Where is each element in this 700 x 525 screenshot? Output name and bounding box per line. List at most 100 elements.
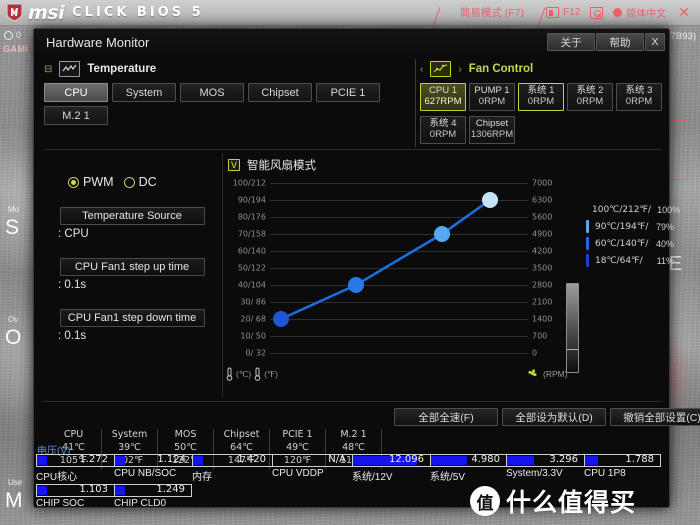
voltage-value: 1.103 bbox=[79, 484, 108, 495]
fan-tile-sys2[interactable]: 系统 2 0RPM bbox=[567, 83, 613, 111]
voltage-system-33v: 3.296 System/3.3V bbox=[506, 454, 584, 484]
about-button[interactable]: 关于 bbox=[547, 33, 595, 51]
thermometer-fahrenheit-icon bbox=[254, 367, 261, 381]
temp-celsius: 48℃ bbox=[342, 441, 365, 453]
legend-temp: 18℃/64℉/ bbox=[595, 255, 643, 266]
step-up-time-button[interactable]: CPU Fan1 step up time bbox=[59, 258, 205, 276]
msi-top-bar: msi CLICK BIOS 5 简易模式 (F7) F12 简体中文 ✕ bbox=[0, 0, 700, 26]
voltage-name: CPU核心 bbox=[36, 472, 78, 483]
legend-row: 18℃/64℉/ 11% bbox=[586, 252, 674, 269]
watermark-text: 什么值得买 bbox=[506, 489, 637, 517]
gaming-badge: GAMI bbox=[3, 44, 29, 54]
bg-side-big-2: M bbox=[5, 489, 23, 512]
rpm-tick: 4900 bbox=[532, 229, 553, 239]
hardware-monitor-dialog: Hardware Monitor 关于 帮助 X ⊟ Temperature C… bbox=[33, 28, 700, 509]
thermometer-celsius-icon bbox=[226, 367, 233, 381]
rpm-tick: 700 bbox=[532, 331, 548, 341]
fan-tile-sys4[interactable]: 系统 4 0RPM bbox=[420, 115, 466, 144]
close-icon[interactable]: ✕ bbox=[676, 4, 690, 21]
bottom-divider bbox=[42, 401, 663, 402]
curve-point-4[interactable] bbox=[482, 192, 498, 208]
voltage-name: CPU NB/SOC bbox=[114, 468, 177, 479]
voltage-cpu-core: 1.272 CPU核心 bbox=[36, 454, 114, 484]
rpm-tick: 7000 bbox=[532, 178, 553, 188]
tab-mos[interactable]: MOS bbox=[180, 83, 244, 102]
tab-cpu[interactable]: CPU bbox=[44, 83, 108, 102]
voltage-value: N/A bbox=[328, 454, 346, 465]
dc-radio[interactable] bbox=[123, 176, 135, 188]
pwm-radio[interactable] bbox=[68, 176, 79, 188]
voltage-chip-cld0: 1.249 CHIP CLD0 bbox=[114, 484, 192, 514]
close-button[interactable]: X bbox=[645, 33, 665, 51]
y-tick: 30/ 86 bbox=[240, 297, 266, 307]
legend-pct: 79% bbox=[655, 221, 674, 232]
voltage-value: 1.788 bbox=[625, 454, 654, 465]
fan-rpm: 0RPM bbox=[478, 96, 506, 107]
prev-arrow-icon[interactable]: ‹ bbox=[420, 64, 423, 75]
temperature-chart-icon bbox=[59, 61, 81, 77]
bios-version-code: 7B93) bbox=[670, 31, 696, 42]
fan-tile-chipset[interactable]: Chipset 1306RPM bbox=[469, 115, 515, 144]
screenshot-f12-button[interactable]: F12 bbox=[546, 7, 580, 18]
language-selector[interactable]: 简体中文 bbox=[613, 5, 666, 20]
step-down-time-button[interactable]: CPU Fan1 step down time bbox=[59, 309, 205, 327]
step-down-time-value: : 0.1s bbox=[58, 330, 87, 342]
dc-label: DC bbox=[138, 175, 157, 189]
temp-celsius: 39℃ bbox=[118, 441, 141, 453]
legend-row: 90℃/194℉/ 79% bbox=[586, 218, 674, 235]
ez-mode-button[interactable]: 简易模式 (F7) bbox=[448, 5, 536, 20]
search-icon[interactable] bbox=[590, 6, 604, 19]
curve-point-3[interactable] bbox=[434, 226, 450, 242]
temperature-header-label: Temperature bbox=[87, 63, 157, 75]
fan-tile-sys3[interactable]: 系统 3 0RPM bbox=[616, 83, 662, 111]
bg-side-label-2: Use bbox=[8, 478, 23, 487]
smart-fan-mode-toggle[interactable]: V 智能风扇模式 bbox=[228, 157, 661, 173]
rpm-unit-label: (RPM) bbox=[543, 368, 568, 379]
help-button[interactable]: 帮助 bbox=[596, 33, 644, 51]
tab-chipset[interactable]: Chipset bbox=[248, 83, 312, 102]
y-axis-left-labels: 100/212 90/194 80/176 70/158 60/140 50/1… bbox=[226, 177, 266, 358]
undo-all-button[interactable]: 撤销全部设置(C) bbox=[610, 408, 700, 426]
all-default-button[interactable]: 全部设为默认(D) bbox=[502, 408, 606, 426]
msi-toolbar: 简易模式 (F7) F12 简体中文 ✕ bbox=[448, 4, 694, 21]
fan-tiles: CPU 1 627RPM PUMP 1 0RPM 系统 1 0RPM 系统 2 … bbox=[420, 83, 665, 145]
voltage-value: 4.980 bbox=[471, 454, 500, 465]
tab-m2-1[interactable]: M.2 1 bbox=[44, 106, 108, 125]
fan-curve-legend: 100℃/212℉/ 100% 90℃/194℉/ 79% 60℃/140℉/ … bbox=[586, 201, 680, 269]
collapse-icon[interactable]: ⊟ bbox=[44, 64, 52, 75]
fan-tile-sys1[interactable]: 系统 1 0RPM bbox=[518, 83, 564, 111]
msi-wordmark: msi bbox=[28, 1, 65, 24]
fan-rpm: 1306RPM bbox=[470, 128, 514, 140]
temperature-source-button[interactable]: Temperature Source bbox=[59, 207, 205, 225]
temp-celsius: 64℃ bbox=[230, 441, 253, 453]
voltage-name: CPU 1P8 bbox=[584, 468, 626, 479]
y-tick: 50/122 bbox=[237, 263, 266, 273]
y-tick: 60/140 bbox=[237, 246, 266, 256]
checkbox-icon: V bbox=[228, 159, 240, 171]
voltage-cpu-nb-soc: 1.124 CPU NB/SOC bbox=[114, 454, 192, 484]
curve-point-2[interactable] bbox=[348, 277, 364, 293]
fan-tile-cpu1[interactable]: CPU 1 627RPM bbox=[420, 83, 466, 111]
y-tick: 80/176 bbox=[237, 212, 266, 222]
fan-tile-pump1[interactable]: PUMP 1 0RPM bbox=[469, 83, 515, 111]
globe-icon bbox=[613, 8, 623, 17]
y-tick: 10/ 50 bbox=[240, 331, 266, 341]
chart-grid bbox=[270, 177, 579, 373]
voltage-sys-5v: 4.980 系统/5V bbox=[430, 454, 506, 484]
fan-action-buttons: 全部全速(F) 全部设为默认(D) 撤销全部设置(C) bbox=[394, 408, 700, 426]
fan-rpm: 0RPM bbox=[625, 96, 653, 107]
horizontal-divider bbox=[44, 149, 661, 150]
tab-pcie1[interactable]: PCIE 1 bbox=[316, 83, 380, 102]
temp-name: CPU bbox=[63, 429, 84, 440]
rpm-tick: 4200 bbox=[532, 246, 553, 256]
all-full-speed-button[interactable]: 全部全速(F) bbox=[394, 408, 498, 426]
screen: 0 GAMI 7B93) Mo S Ov O Use M E msi CLICK… bbox=[0, 0, 700, 525]
legend-temp: 90℃/194℉/ bbox=[595, 221, 649, 232]
voltage-name: 内存 bbox=[192, 472, 212, 483]
next-arrow-icon[interactable]: › bbox=[458, 64, 461, 75]
fan-name: 系统 4 bbox=[429, 117, 457, 129]
language-label: 简体中文 bbox=[626, 9, 667, 20]
legend-pct: 11% bbox=[656, 255, 674, 266]
curve-point-1[interactable] bbox=[273, 311, 289, 327]
tab-system[interactable]: System bbox=[112, 83, 176, 102]
